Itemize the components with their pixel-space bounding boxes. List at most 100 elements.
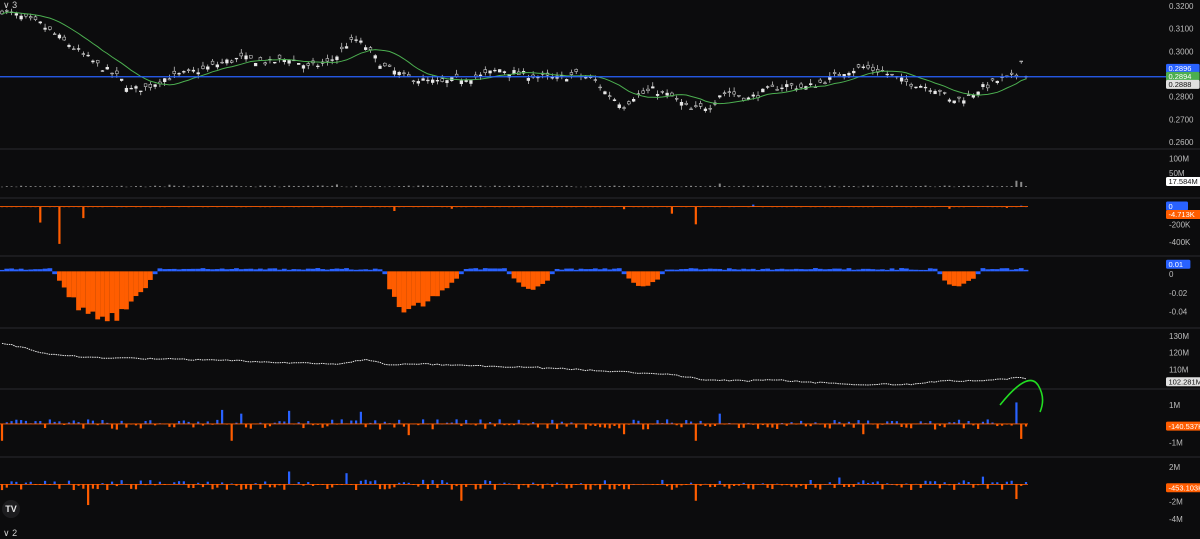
candle xyxy=(632,99,635,101)
volume-bar xyxy=(771,186,773,187)
oscillator-bar xyxy=(296,269,301,271)
oscillator-bar xyxy=(301,270,306,272)
volume-bar xyxy=(537,187,539,188)
candle xyxy=(685,103,688,104)
candle xyxy=(493,70,496,71)
delta-3-bar xyxy=(1,484,3,490)
volume-bar xyxy=(996,187,998,188)
oscillator-bar xyxy=(598,269,603,271)
pane-collapse-bottom[interactable]: ∨ 2 xyxy=(3,528,17,539)
delta-2-bar xyxy=(264,424,266,428)
delta-2-bar xyxy=(221,410,223,424)
delta-2-bar xyxy=(857,420,859,424)
candle xyxy=(221,62,224,63)
volume-bar xyxy=(389,186,391,187)
oscillator-bar xyxy=(406,271,411,309)
candle xyxy=(316,66,319,67)
volume-bar xyxy=(173,186,175,187)
candle xyxy=(173,71,176,73)
volume-bar xyxy=(82,187,84,188)
delta-3-bar xyxy=(140,481,142,485)
delta-3-bar xyxy=(479,484,481,488)
delta-3-bar xyxy=(939,484,941,488)
volume-bar xyxy=(977,186,979,187)
volume-bar xyxy=(149,186,151,187)
oscillator-bar xyxy=(693,268,698,271)
candle xyxy=(125,88,128,91)
delta-3-bar xyxy=(910,484,912,490)
delta-2-bar xyxy=(240,414,242,424)
axis-tick-label: 130M xyxy=(1169,332,1189,341)
delta-1-bar xyxy=(82,207,84,219)
delta-2-bar xyxy=(87,419,89,423)
volume-bar xyxy=(398,186,400,187)
volume-bar xyxy=(188,187,190,188)
oscillator-bar xyxy=(966,271,971,281)
volume-bar xyxy=(819,186,821,187)
volume-bar xyxy=(905,186,907,187)
candle xyxy=(388,65,391,66)
pane-collapse-top[interactable]: ∨ 3 xyxy=(3,0,17,11)
oscillator-bar xyxy=(224,269,229,271)
candle xyxy=(288,60,291,63)
delta-3-bar xyxy=(149,480,151,484)
volume-bar xyxy=(527,186,529,187)
delta-2-bar xyxy=(374,420,376,424)
oscillator-bar xyxy=(124,271,129,309)
delta-2-bar xyxy=(743,424,745,428)
delta-2-bar xyxy=(695,424,697,441)
oscillator-bar xyxy=(770,270,775,272)
volume-bar xyxy=(202,186,204,187)
price-axis-price: 0.32000.31000.30000.29000.28000.27000.26… xyxy=(1166,2,1200,147)
oscillator-bar xyxy=(655,271,660,279)
volume-bar xyxy=(910,187,912,188)
volume-bar xyxy=(97,186,99,187)
oscillator-bar xyxy=(81,271,86,307)
volume-bar xyxy=(652,186,654,187)
oscillator-bar xyxy=(57,271,62,280)
oscillator-bar xyxy=(698,269,703,271)
delta-2-bar xyxy=(25,421,27,424)
oscillator-bar xyxy=(488,268,493,271)
delta-3-bar xyxy=(518,484,520,489)
delta-3-bar xyxy=(441,480,443,484)
candle xyxy=(364,48,367,50)
volume-bar xyxy=(762,186,764,187)
oscillator-bar xyxy=(923,270,928,271)
candle xyxy=(403,73,406,74)
volume-bar xyxy=(791,186,793,187)
delta-3-bars xyxy=(1,471,1027,505)
volume-bar xyxy=(948,186,950,187)
volume-bar xyxy=(532,186,534,187)
oscillator-bar xyxy=(24,270,29,272)
oscillator-bar xyxy=(909,270,914,272)
oscillator-bar xyxy=(320,269,325,271)
oscillator-bar xyxy=(684,269,689,271)
candle xyxy=(905,79,908,81)
candle xyxy=(809,84,812,85)
volume-bar xyxy=(130,186,132,187)
volume-bar xyxy=(714,186,716,187)
oscillator-bar xyxy=(713,269,718,271)
volume-bar xyxy=(757,186,759,187)
delta-2-bar xyxy=(623,424,625,434)
delta-2-bar xyxy=(422,419,424,424)
volume-bar xyxy=(867,186,869,187)
delta-3-bar xyxy=(604,480,606,484)
delta-2-bar xyxy=(518,420,520,424)
delta-3-bar xyxy=(963,480,965,484)
volume-bar xyxy=(896,186,898,187)
volume-bar xyxy=(963,186,965,187)
delta-2-bar xyxy=(800,421,802,424)
oscillator-bar xyxy=(325,270,330,272)
volume-bar xyxy=(168,185,170,187)
last-value-tag-text: -453.103K xyxy=(1169,483,1200,492)
volume-bar xyxy=(724,186,726,187)
oscillator-bar xyxy=(91,271,96,311)
volume-bar xyxy=(216,186,218,187)
candle xyxy=(785,84,788,86)
oscillator-bar xyxy=(335,269,340,272)
trading-chart[interactable]: 0.32000.31000.30000.29000.28000.27000.26… xyxy=(0,0,1200,538)
candle xyxy=(752,95,755,96)
delta-2-bar xyxy=(575,424,577,428)
